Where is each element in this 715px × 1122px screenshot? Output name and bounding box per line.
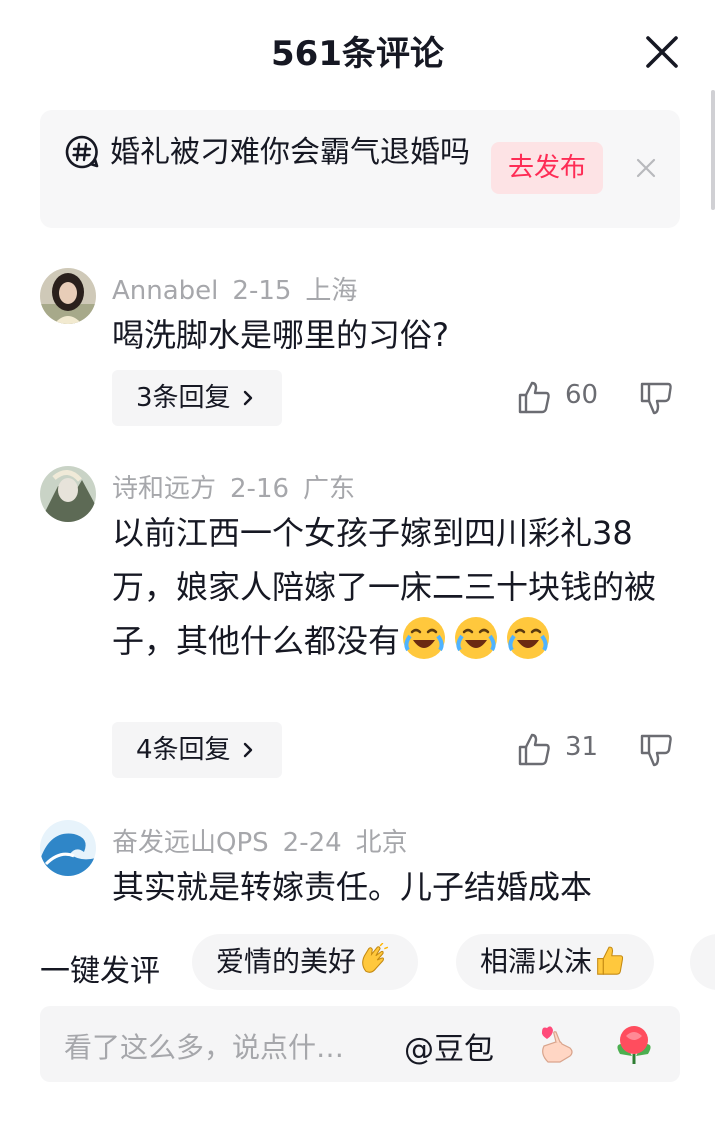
close-icon[interactable] bbox=[640, 30, 684, 74]
comment-meta: 诗和远方 2-16 广东 bbox=[112, 468, 369, 505]
quick-comment-chip[interactable]: 相濡以沫 bbox=[456, 934, 655, 990]
comment-date: 2-16 bbox=[230, 474, 290, 504]
laughing-crying-emoji bbox=[507, 617, 550, 659]
thumbs-down-icon[interactable] bbox=[638, 732, 674, 768]
scrollbar[interactable] bbox=[711, 90, 715, 210]
comment-text: 其实就是转嫁责任。儿子结婚成本 bbox=[112, 868, 593, 906]
view-replies-button[interactable]: 4条回复 bbox=[112, 722, 282, 778]
replies-label: 4条回复 bbox=[136, 735, 231, 765]
chip-label: 爱情的美好 bbox=[216, 945, 357, 978]
comments-header: 561条评论 bbox=[0, 0, 715, 104]
username[interactable]: Annabel bbox=[112, 276, 218, 306]
clapping-hands-emoji bbox=[362, 943, 389, 973]
finger-heart-icon[interactable] bbox=[534, 1022, 576, 1064]
topic-text: 婚礼被刁难你会霸气退婚吗 bbox=[110, 135, 470, 170]
mention-button[interactable]: @豆包 bbox=[404, 1024, 494, 1068]
comment-count-title: 561条评论 bbox=[271, 34, 444, 74]
view-replies-button[interactable]: 3条回复 bbox=[112, 370, 282, 426]
avatar[interactable] bbox=[40, 466, 96, 522]
comment-composer-panel: 一键发评 爱情的美好 相濡以沫 看了这么多，说点什… @豆包 bbox=[0, 918, 715, 1122]
comment-input[interactable]: 看了这么多，说点什… bbox=[64, 1026, 344, 1066]
like-count: 31 bbox=[565, 732, 599, 762]
laughing-crying-emoji bbox=[403, 617, 446, 659]
comment-text-content: 以前江西一个女孩子嫁到四川彩礼38万，娘家人陪嫁了一床二三十块钱的被子，其他什么… bbox=[112, 514, 657, 660]
username[interactable]: 诗和远方 bbox=[112, 474, 216, 504]
topic-suggestion-card[interactable]: 婚礼被刁难你会霸气退婚吗 去发布 bbox=[40, 110, 680, 228]
chevron-right-icon bbox=[243, 742, 253, 758]
rose-icon[interactable] bbox=[612, 1022, 656, 1066]
chip-label: 相濡以沫 bbox=[480, 945, 593, 978]
avatar[interactable] bbox=[40, 268, 96, 324]
avatar[interactable] bbox=[40, 820, 96, 876]
quick-comment-chip[interactable]: 爱情的美好 bbox=[192, 934, 419, 990]
comment-date: 2-24 bbox=[282, 828, 342, 858]
comment-input-bar[interactable]: 看了这么多，说点什… @豆包 bbox=[40, 1006, 680, 1082]
quick-comment-chip-partial[interactable] bbox=[690, 934, 715, 990]
thumbs-up-icon[interactable] bbox=[516, 732, 552, 768]
thumbs-down-icon[interactable] bbox=[638, 380, 674, 416]
comment-text: 以前江西一个女孩子嫁到四川彩礼38万，娘家人陪嫁了一床二三十块钱的被子，其他什么… bbox=[112, 506, 667, 668]
comment-location: 北京 bbox=[355, 828, 408, 858]
comment-meta: 奋发远山QPS 2-24 北京 bbox=[112, 822, 422, 859]
thumbs-up-emoji bbox=[597, 946, 624, 975]
like-count: 60 bbox=[565, 380, 599, 410]
laughing-crying-emoji bbox=[455, 617, 498, 659]
chevron-right-icon bbox=[243, 390, 253, 406]
dismiss-icon[interactable] bbox=[632, 154, 660, 182]
comment-text: 喝洗脚水是哪里的习俗? bbox=[112, 316, 449, 354]
comment-meta: Annabel 2-15 上海 bbox=[112, 270, 371, 307]
comment-location: 上海 bbox=[305, 276, 358, 306]
username[interactable]: 奋发远山QPS bbox=[112, 828, 269, 858]
replies-label: 3条回复 bbox=[136, 383, 231, 413]
comment-location: 广东 bbox=[303, 474, 356, 504]
comment-date: 2-15 bbox=[232, 276, 292, 306]
publish-button[interactable]: 去发布 bbox=[491, 142, 603, 194]
quick-comment-label: 一键发评 bbox=[40, 954, 160, 989]
thumbs-up-icon[interactable] bbox=[516, 380, 552, 416]
